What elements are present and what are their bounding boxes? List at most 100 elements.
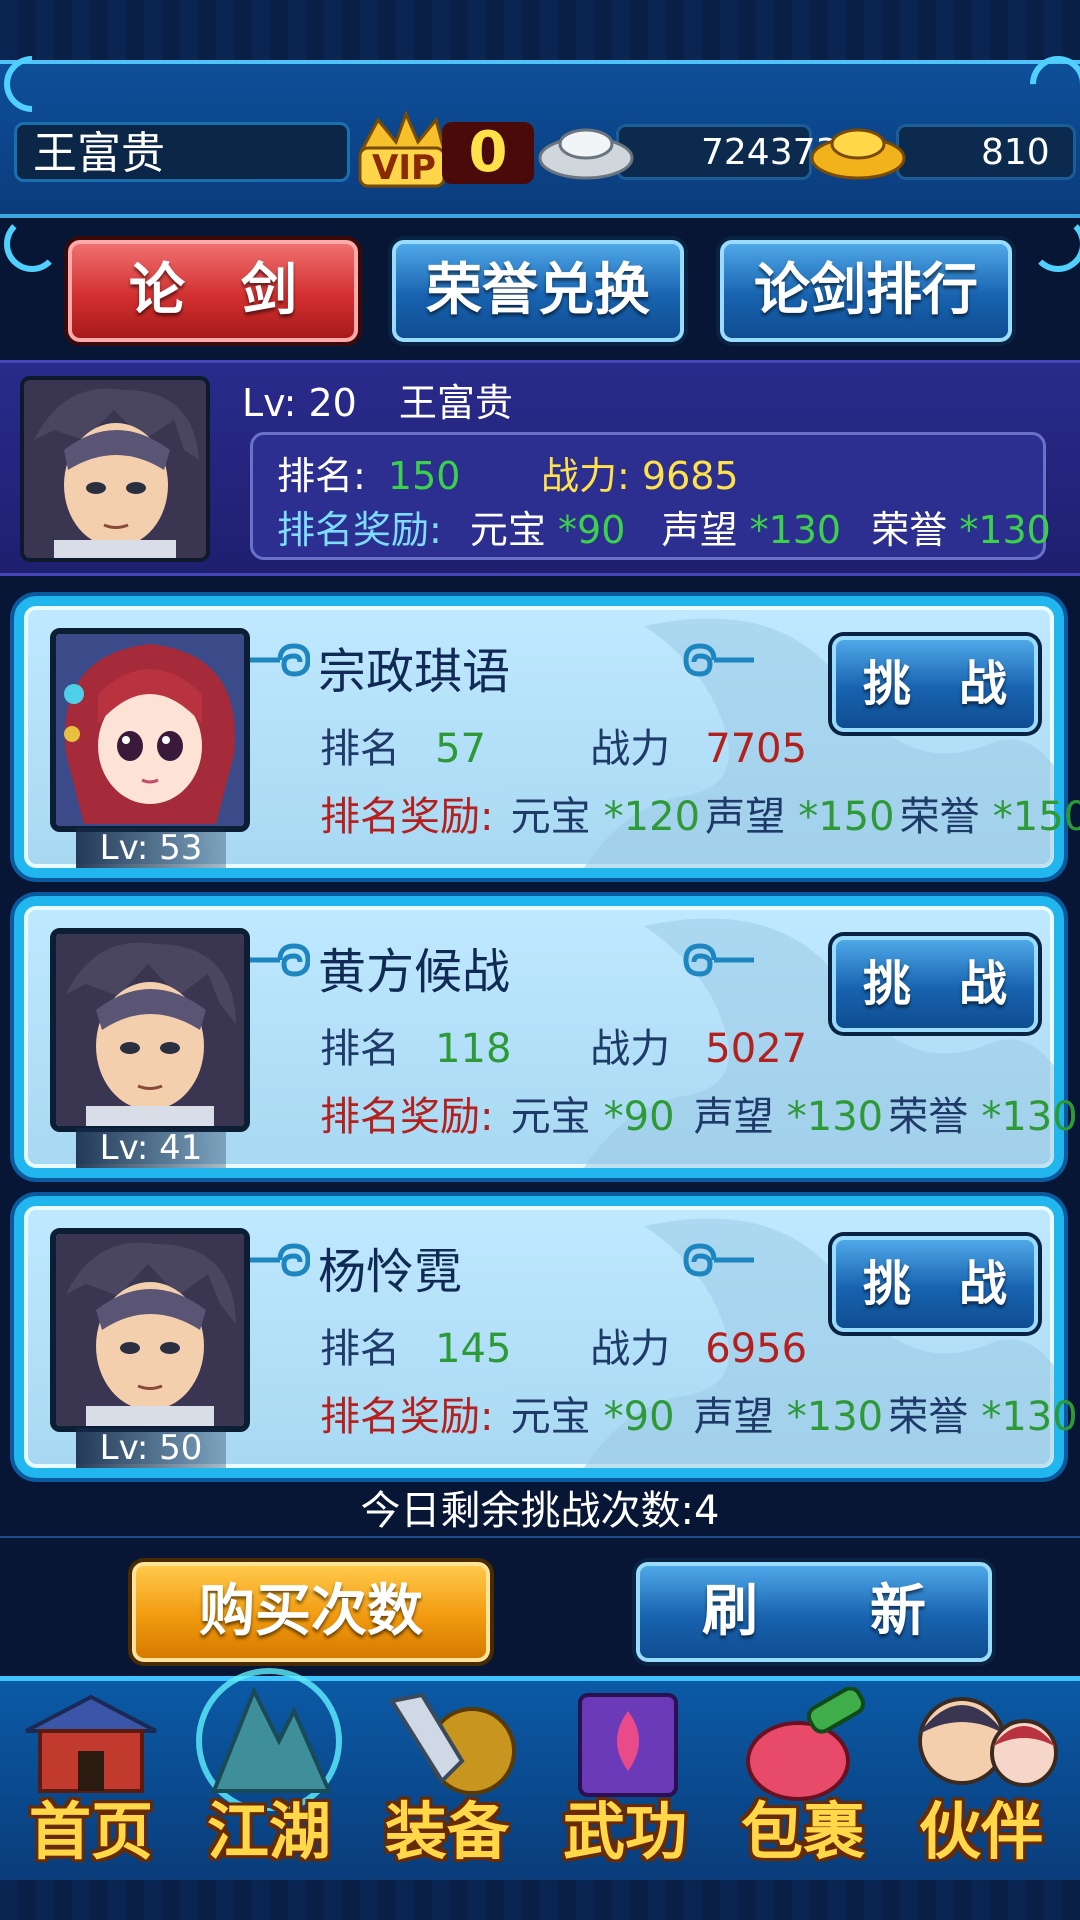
player-name: 王富贵 (14, 122, 350, 182)
yuanbao-label: 元宝 (510, 794, 591, 840)
opponent-reward-honor: *130 (981, 1394, 1078, 1440)
nav-martial[interactable]: 武功 (540, 1681, 710, 1891)
my-reward-fame-label: 声望 (661, 508, 738, 552)
reward-label: 排名奖励: (320, 1394, 494, 1440)
bottom-decor-strip (0, 1880, 1080, 1920)
my-power-label: 战力: (541, 454, 630, 498)
opponent-reward-honor: *130 (981, 1094, 1078, 1140)
top-decor-strip (0, 0, 1080, 60)
power-label: 战力 (590, 1026, 671, 1072)
my-power-value: 9685 (641, 454, 739, 498)
opponent-stats-row: 排名 145 战力 6956 (320, 1316, 807, 1374)
my-avatar[interactable] (20, 376, 210, 562)
nav-jianghu[interactable]: 江湖 (184, 1668, 354, 1891)
my-reward-yuanbao-label: 元宝 (469, 508, 546, 552)
refresh-button[interactable]: 刷 新 (636, 1562, 992, 1662)
tab-honor-exchange[interactable]: 荣誉兑换 (392, 240, 684, 342)
opponent-card: Lv: 53 宗政琪语 排名 57 战力 7705 排名奖励: 元宝 *120 … (14, 596, 1080, 878)
challenge-button[interactable]: 挑 战 (832, 936, 1038, 1032)
cloud-swirl-icon (250, 943, 310, 977)
opponent-reward-yuanbao: *120 (603, 794, 701, 840)
opponent-reward-row: 排名奖励: 元宝 *90 声望 *130 荣誉 *130 (320, 1384, 1078, 1442)
nav-bag[interactable]: 包裹 (718, 1681, 888, 1891)
cloud-swirl-icon (250, 1243, 310, 1277)
vip-label: VIP (372, 148, 436, 188)
my-reward-honor-label: 荣誉 (871, 508, 948, 552)
honor-label: 荣誉 (888, 1094, 969, 1140)
fame-label: 声望 (693, 1394, 774, 1440)
nav-partners[interactable]: 伙伴 (896, 1681, 1066, 1891)
corner-swirl-icon (4, 216, 60, 272)
remaining-challenges-text: 今日剩余挑战次数:4 (360, 1488, 720, 1534)
fame-label: 声望 (705, 794, 786, 840)
opponent-reward-row: 排名奖励: 元宝 *90 声望 *130 荣誉 *130 (320, 1084, 1078, 1142)
honor-label: 荣誉 (888, 1394, 969, 1440)
my-power-row: 战力: 9685 (541, 445, 739, 500)
rank-label: 排名 (320, 1326, 400, 1372)
challenge-button[interactable]: 挑 战 (832, 1236, 1038, 1332)
nav-home[interactable]: 首页 (6, 1681, 176, 1891)
tab-duel[interactable]: 论 剑 (68, 240, 358, 342)
opponent-power: 6956 (705, 1326, 808, 1372)
power-label: 战力 (590, 1326, 671, 1372)
opponent-reward-yuanbao: *90 (603, 1394, 675, 1440)
honor-label: 荣誉 (899, 794, 980, 840)
opponent-power: 7705 (705, 726, 808, 772)
opponent-reward-yuanbao: *90 (603, 1094, 675, 1140)
male-swordsman-portrait-icon (56, 934, 244, 1126)
opponent-reward-honor: *150 (992, 794, 1080, 840)
opponent-stats-row: 排名 118 战力 5027 (320, 1016, 807, 1074)
reward-label: 排名奖励: (320, 794, 494, 840)
nav-jianghu-label: 江湖 (206, 1795, 331, 1868)
opponent-avatar[interactable] (50, 628, 250, 832)
my-level: Lv: 20 (242, 381, 357, 425)
nav-equipment-label: 装备 (384, 1795, 509, 1868)
opponent-name: 黄方候战 (318, 944, 511, 1000)
reward-label: 排名奖励: (320, 1094, 494, 1140)
cloud-swirl-icon (683, 1243, 754, 1277)
opponent-level: Lv: 50 (76, 1428, 226, 1468)
rank-label: 排名 (320, 1026, 400, 1072)
gold-ingot-icon (810, 128, 906, 180)
power-label: 战力 (590, 726, 671, 772)
bottom-nav-bar: 首页 江湖 装备 武功 包裹 伙伴 (0, 1668, 1080, 1891)
corner-swirl-icon (1030, 216, 1080, 272)
my-reward-fame-value: *130 (749, 508, 842, 552)
nav-bag-label: 包裹 (740, 1795, 865, 1868)
opponent-card: Lv: 41 黄方候战 排名 118 战力 5027 排名奖励: 元宝 *90 … (14, 896, 1078, 1178)
tab-duel-ranking[interactable]: 论剑排行 (720, 240, 1012, 342)
opponent-reward-fame: *150 (798, 794, 895, 840)
vip-level: 0 (442, 122, 534, 184)
my-name: 王富贵 (398, 381, 513, 425)
vip-badge[interactable]: VIP 0 (356, 110, 536, 190)
yuanbao-label: 元宝 (510, 1094, 591, 1140)
my-rank-label: 排名: (277, 454, 366, 498)
opponent-rank: 57 (435, 726, 486, 772)
nav-home-label: 首页 (28, 1795, 153, 1868)
gold-amount: 810 (896, 124, 1076, 180)
opponent-reward-row: 排名奖励: 元宝 *120 声望 *150 荣誉 *150 (320, 784, 1080, 842)
male-swordsman-portrait-icon (24, 380, 206, 558)
my-reward-yuanbao-value: *90 (558, 508, 626, 552)
silver-ingot-icon (538, 128, 634, 180)
opponent-avatar[interactable] (50, 928, 250, 1132)
my-rank-value: 150 (387, 454, 461, 498)
my-rank-row: 排名: 150 (277, 445, 460, 500)
opponent-avatar[interactable] (50, 1228, 250, 1432)
opponent-name: 杨怜霓 (318, 1244, 463, 1300)
opponent-rank: 118 (435, 1026, 512, 1072)
my-reward-row: 排名奖励: 元宝 *90 声望 *130 荣誉 *130 (277, 499, 1051, 554)
my-reward-honor-value: *130 (959, 508, 1051, 552)
buy-attempts-button[interactable]: 购买次数 (132, 1562, 490, 1662)
fame-label: 声望 (693, 1094, 774, 1140)
opponent-name: 宗政琪语 (318, 644, 511, 700)
opponent-reward-fame: *130 (786, 1394, 884, 1440)
nav-partners-label: 伙伴 (918, 1795, 1043, 1868)
opponent-stats-row: 排名 57 战力 7705 (320, 716, 807, 774)
male-swordsman-portrait-icon (56, 1234, 244, 1426)
opponent-rank: 145 (435, 1326, 512, 1372)
my-reward-label: 排名奖励: (277, 508, 442, 552)
yuanbao-label: 元宝 (510, 1394, 591, 1440)
nav-equipment[interactable]: 装备 (362, 1681, 532, 1891)
challenge-button[interactable]: 挑 战 (832, 636, 1038, 732)
